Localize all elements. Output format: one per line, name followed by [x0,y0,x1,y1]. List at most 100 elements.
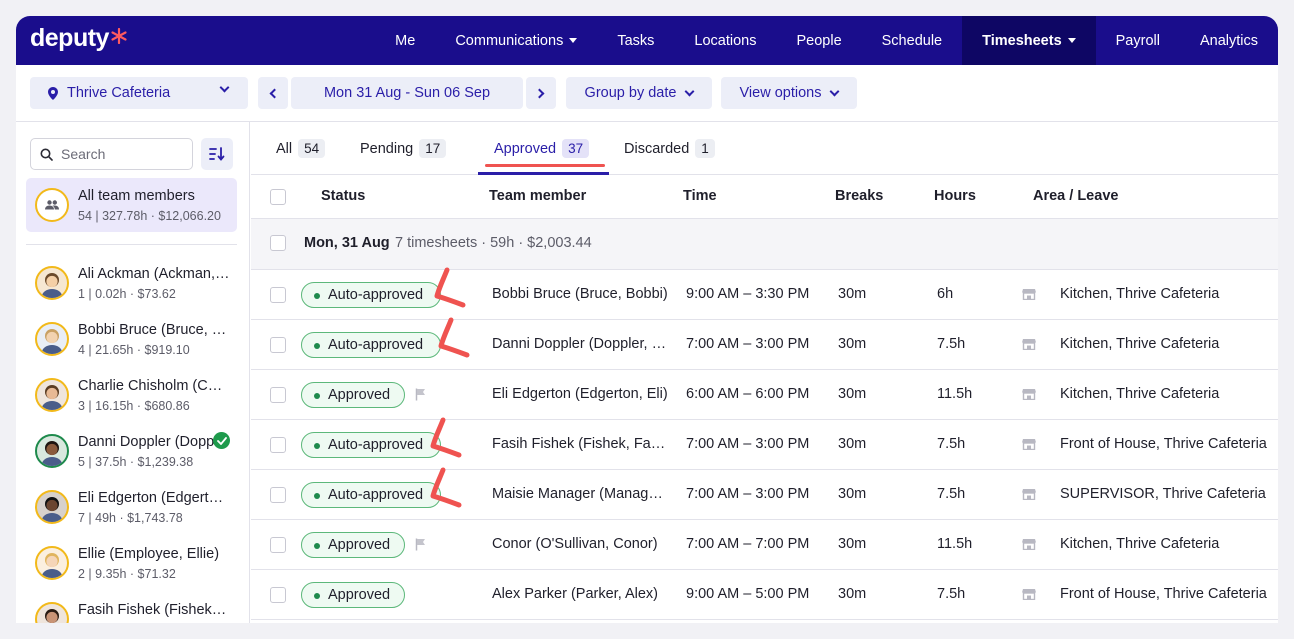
store-icon [1022,389,1036,400]
flag-icon[interactable] [415,538,426,551]
row-checkbox[interactable] [270,287,286,303]
member-name: Bobbi Bruce (Bruce, Bobbi) [78,322,230,338]
team-member-cell[interactable]: Maisie Manager (Manager, Maisie) [492,486,670,502]
header-status[interactable]: Status [321,188,365,204]
sidebar-member-item[interactable]: Fasih Fishek (Fishek, Fasih)4 | 13.43h ·… [26,596,237,623]
group-date: Mon, 31 Aug [304,235,390,251]
header-breaks[interactable]: Breaks [835,188,883,204]
nav-item-analytics[interactable]: Analytics [1180,16,1278,65]
row-checkbox[interactable] [270,487,286,503]
status-label: Auto-approved [328,337,424,353]
team-member-cell[interactable]: Conor (O'Sullivan, Conor) [492,536,658,552]
time-cell: 7:00 AM – 7:00 PM [686,536,810,552]
table-row[interactable]: Auto-approved Maisie Manager (Manager, Ma… [251,467,1278,520]
row-checkbox[interactable] [270,337,286,353]
team-member-cell[interactable]: Bobbi Bruce (Bruce, Bobbi) [492,286,668,302]
nav-item-locations[interactable]: Locations [674,16,776,65]
chevron-down-icon [685,86,695,96]
hours-cell: 6h [937,286,954,302]
status-badge[interactable]: Auto-approved [301,432,441,458]
header-hours[interactable]: Hours [934,188,976,204]
all-team-members-item[interactable]: All team members 54 | 327.78h · $12,066.… [26,178,237,232]
table-row[interactable]: Approved Eli Edgerton (Edgerton, Eli) 6:00… [251,370,1278,420]
team-member-cell[interactable]: Alex Parker (Parker, Alex) [492,586,658,602]
group-icon [45,200,59,210]
table-row[interactable]: Approved Conor (O'Sullivan, Conor) 7:00 AM… [251,520,1278,570]
logo-text: deputy [30,24,109,52]
select-all-checkbox[interactable] [270,189,286,205]
nav-item-label: Analytics [1199,32,1258,49]
tab-pending[interactable]: Pending 17 [360,122,447,175]
sidebar-member-item[interactable]: Charlie Chisholm (Chisholm, Charlie) 3 | … [26,372,237,422]
member-stats: 4 | 21.65h · $919.10 [78,343,190,357]
nav-item-timesheets[interactable]: Timesheets [962,16,1096,65]
status-label: Auto-approved [328,287,424,303]
status-badge[interactable]: Auto-approved [301,332,441,358]
member-stats: 7 | 49h · $1,743.78 [78,511,183,525]
header-team-member[interactable]: Team member [489,188,586,204]
sidebar-member-item[interactable]: Bobbi Bruce (Bruce, Bobbi) 4 | 21.65h · $… [26,316,237,366]
row-checkbox[interactable] [270,537,286,553]
team-member-cell[interactable]: Fasih Fishek (Fishek, Fasih) [492,436,670,452]
chevron-down-icon [830,86,840,96]
row-checkbox[interactable] [270,437,286,453]
status-label: Auto-approved [328,487,424,503]
sidebar-member-item[interactable]: Ellie (Employee, Ellie) 2 | 9.35h · $71.3… [26,540,237,590]
tab-label: Pending [360,140,414,157]
status-badge[interactable]: Approved [301,532,405,558]
team-member-cell[interactable]: Eli Edgerton (Edgerton, Eli) [492,386,668,402]
flag-icon[interactable] [415,388,426,401]
nav-item-payroll[interactable]: Payroll [1096,16,1180,65]
group-by-button[interactable]: Group by date [566,77,712,109]
tab-approved[interactable]: Approved 37 [494,122,590,175]
date-group-row: Mon, 31 Aug 7 timesheets · 59h · $2,003.… [251,219,1278,270]
table-row[interactable]: Auto-approved Danni Doppler (Doppler, Dan… [251,317,1278,370]
status-badge[interactable]: Approved [301,382,405,408]
caret-down-icon [1067,38,1076,43]
table-row[interactable]: Auto-approved Bobbi Bruce (Bruce, Bobbi) 9… [251,267,1278,320]
tab-label: All [276,140,293,157]
nav-item-tasks[interactable]: Tasks [597,16,674,65]
next-week-button[interactable] [526,77,556,109]
avatar [35,546,69,580]
sidebar-member-item[interactable]: Ali Ackman (Ackman, Ali) 1 | 0.02h · $73.… [26,260,237,310]
nav-item-schedule[interactable]: Schedule [862,16,962,65]
sort-button[interactable] [201,138,233,170]
group-checkbox[interactable] [270,235,286,251]
search-input[interactable]: Search [30,138,193,170]
table-row[interactable]: Approved Alex Parker (Parker, Alex) 9:00 A… [251,570,1278,620]
team-member-cell[interactable]: Danni Doppler (Doppler, Danni) [492,336,670,352]
area-cell: Front of House, Thrive Cafeteria [1060,436,1267,452]
nav-item-label: Communications [455,32,564,49]
header-time[interactable]: Time [683,188,717,204]
nav-item-me[interactable]: Me [375,16,435,65]
avatar [35,434,69,468]
avatar [35,602,69,623]
member-stats: 2 | 9.35h · $71.32 [78,567,176,581]
date-range-button[interactable]: Mon 31 Aug - Sun 06 Sep [291,77,523,109]
sidebar-member-item[interactable]: Danni Doppler (Doppler, Danni) 5 | 37.5h … [26,428,237,478]
view-options-label: View options [739,85,822,101]
location-select[interactable]: Thrive Cafeteria [30,77,248,109]
prev-week-button[interactable] [258,77,288,109]
status-tabs: All 54 Pending 17 Approved 37 Discarded 1 [251,122,1278,175]
tab-all[interactable]: All 54 [276,122,326,175]
table-row[interactable]: Auto-approved Fasih Fishek (Fishek, Fasih… [251,417,1278,470]
view-options-button[interactable]: View options [721,77,857,109]
status-badge[interactable]: Approved [301,582,405,608]
status-label: Approved [328,387,391,403]
status-badge[interactable]: Auto-approved [301,282,441,308]
nav-item-communications[interactable]: Communications [435,16,597,65]
status-badge[interactable]: Auto-approved [301,482,441,508]
row-checkbox[interactable] [270,387,286,403]
hours-cell: 7.5h [937,586,966,602]
nav-item-people[interactable]: People [776,16,861,65]
deputy-logo[interactable]: deputy [30,24,127,53]
tab-discarded[interactable]: Discarded 1 [624,122,715,175]
sidebar-member-item[interactable]: Eli Edgerton (Edgerton, Eli) 7 | 49h · $1… [26,484,237,534]
tab-count: 37 [562,139,590,158]
sort-icon [209,147,225,161]
time-cell: 9:00 AM – 3:30 PM [686,286,810,302]
row-checkbox[interactable] [270,587,286,603]
header-area-leave[interactable]: Area / Leave [1033,188,1118,204]
